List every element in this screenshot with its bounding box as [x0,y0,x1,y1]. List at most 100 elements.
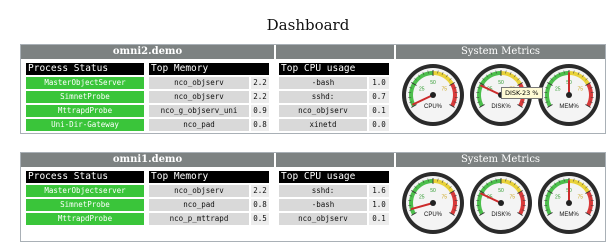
cpu-row: sshd: 1.6 [279,185,389,197]
gauge-row: 25 50 75 CPU% 25 50 75 DISK% 25 50 75 MEM% [399,170,603,238]
memory-row: nco_pad 0.8 [149,199,269,211]
column-divider [394,153,396,241]
top-cpu-header: Top CPU usage [279,63,389,75]
cpu-value: 0.1 [369,105,389,117]
host-header-spacer [276,153,394,167]
cpu-gauge[interactable]: 25 50 75 CPU% [401,63,465,127]
memory-value: 0.5 [251,213,269,225]
cpu-process-name: xinetd [279,119,367,131]
cpu-row: -bash 1.0 [279,199,389,211]
gauge-label: CPU% [424,212,443,218]
gauge-scale-label: 50 [430,188,436,194]
process-item[interactable]: MasterObjectserver [26,185,144,197]
memory-row: nco_objserv 2.2 [149,77,269,89]
cpu-value: 1.0 [369,77,389,89]
cpu-process-name: sshd: [279,91,367,103]
memory-process-name: nco_pad [149,119,249,131]
gauge-hub [430,200,436,206]
gauge-tooltip: DISK-23 % [501,87,543,99]
memory-process-name: nco_objserv [149,185,249,197]
metrics-header: System Metrics [396,45,605,59]
cpu-value: 0.1 [369,213,389,225]
process-item[interactable]: MttrapdProbe [26,213,144,225]
top-memory-header: Top Memory [149,171,269,183]
mem-gauge[interactable]: 255075MEM% [537,171,601,235]
process-status-header: Process Status [26,171,144,183]
gauge-scale-label: 25 [419,87,425,93]
process-status-column: Process Status MasterObjectServer Simnet… [26,63,144,131]
top-cpu-column: Top CPU usage -bash 1.0 sshd: 0.7 nco_objs… [279,63,389,131]
process-item[interactable]: SimnetProbe [26,199,144,211]
memory-row: nco_p_mttrapd 0.5 [149,213,269,225]
gauge-scale-label: 75 [509,195,515,201]
memory-row: nco_pad 0.8 [149,119,269,131]
host-header[interactable]: omni1.demo [21,153,274,167]
cpu-row: nco_objserv 0.1 [279,213,389,225]
gauge-hub [430,92,436,98]
memory-row: nco_objserv 2.2 [149,91,269,103]
column-divider [274,45,276,133]
gauge-scale-label: 50 [498,80,504,86]
memory-value: 0.9 [251,105,269,117]
memory-process-name: nco_g_objserv_uni [149,105,249,117]
gauge-scale-label: 25 [419,195,425,201]
gauge-scale-label: 25 [555,87,561,93]
cpu-process-name: sshd: [279,185,367,197]
cpu-value: 0.7 [369,91,389,103]
memory-process-name: nco_p_mttrapd [149,213,249,225]
top-memory-header: Top Memory [149,63,269,75]
cpu-process-name: -bash [279,199,367,211]
gauge-scale-label: 50 [430,80,436,86]
gauge-scale-label: 75 [577,195,583,201]
gauge-label: DISK% [491,104,511,110]
process-status-column: Process Status MasterObjectserver Simnet… [26,171,144,225]
page-title: Dashboard [266,16,350,34]
column-divider [394,45,396,133]
host-panel-omni1: omni1.demo System Metrics Process Status… [20,152,606,242]
top-memory-column: Top Memory nco_objserv 2.2 nco_objserv 2.2… [149,63,269,131]
cpu-row: sshd: 0.7 [279,91,389,103]
gauge-scale-label: 25 [555,195,561,201]
cpu-value: 0.0 [369,119,389,131]
top-memory-column: Top Memory nco_objserv 2.2 nco_pad 0.8 nco… [149,171,269,225]
gauge-label: DISK% [491,212,511,218]
memory-value: 0.8 [251,119,269,131]
cpu-value: 1.0 [369,199,389,211]
gauge-scale-label: 75 [441,195,447,201]
cpu-process-name: nco_objserv [279,213,367,225]
memory-process-name: nco_objserv [149,91,249,103]
memory-row: nco_objserv 2.2 [149,185,269,197]
cpu-row: xinetd 0.0 [279,119,389,131]
process-item[interactable]: SimnetProbe [26,91,144,103]
memory-process-name: nco_objserv [149,77,249,89]
cpu-row: nco_objserv 0.1 [279,105,389,117]
gauge-label: CPU% [424,104,443,110]
process-item[interactable]: MasterObjectServer [26,77,144,89]
cpu-process-name: -bash [279,77,367,89]
column-divider [274,153,276,241]
memory-value: 0.8 [251,199,269,211]
host-header[interactable]: omni2.demo [21,45,274,59]
top-cpu-header: Top CPU usage [279,171,389,183]
disk-gauge[interactable]: 255075DISK% [469,171,533,235]
gauge-scale-label: 75 [577,87,583,93]
memory-value: 2.2 [251,91,269,103]
process-status-header: Process Status [26,63,144,75]
gauge-hub [498,200,504,206]
mem-gauge[interactable]: 255075MEM% [537,63,601,127]
memory-process-name: nco_pad [149,199,249,211]
process-item[interactable]: Uni-Dir-Gateway [26,119,144,131]
memory-value: 2.2 [251,185,269,197]
gauge-label: MEM% [559,104,579,110]
memory-value: 2.2 [251,77,269,89]
process-item[interactable]: MttrapdProbe [26,105,144,117]
gauge-hub [566,200,572,206]
gauge-hub [566,92,572,98]
cpu-gauge[interactable]: 25 50 75 CPU% [401,171,465,235]
host-header-spacer [276,45,394,59]
metrics-header: System Metrics [396,153,605,167]
gauge-label: MEM% [559,212,579,218]
memory-row: nco_g_objserv_uni 0.9 [149,105,269,117]
cpu-process-name: nco_objserv [279,105,367,117]
cpu-row: -bash 1.0 [279,77,389,89]
